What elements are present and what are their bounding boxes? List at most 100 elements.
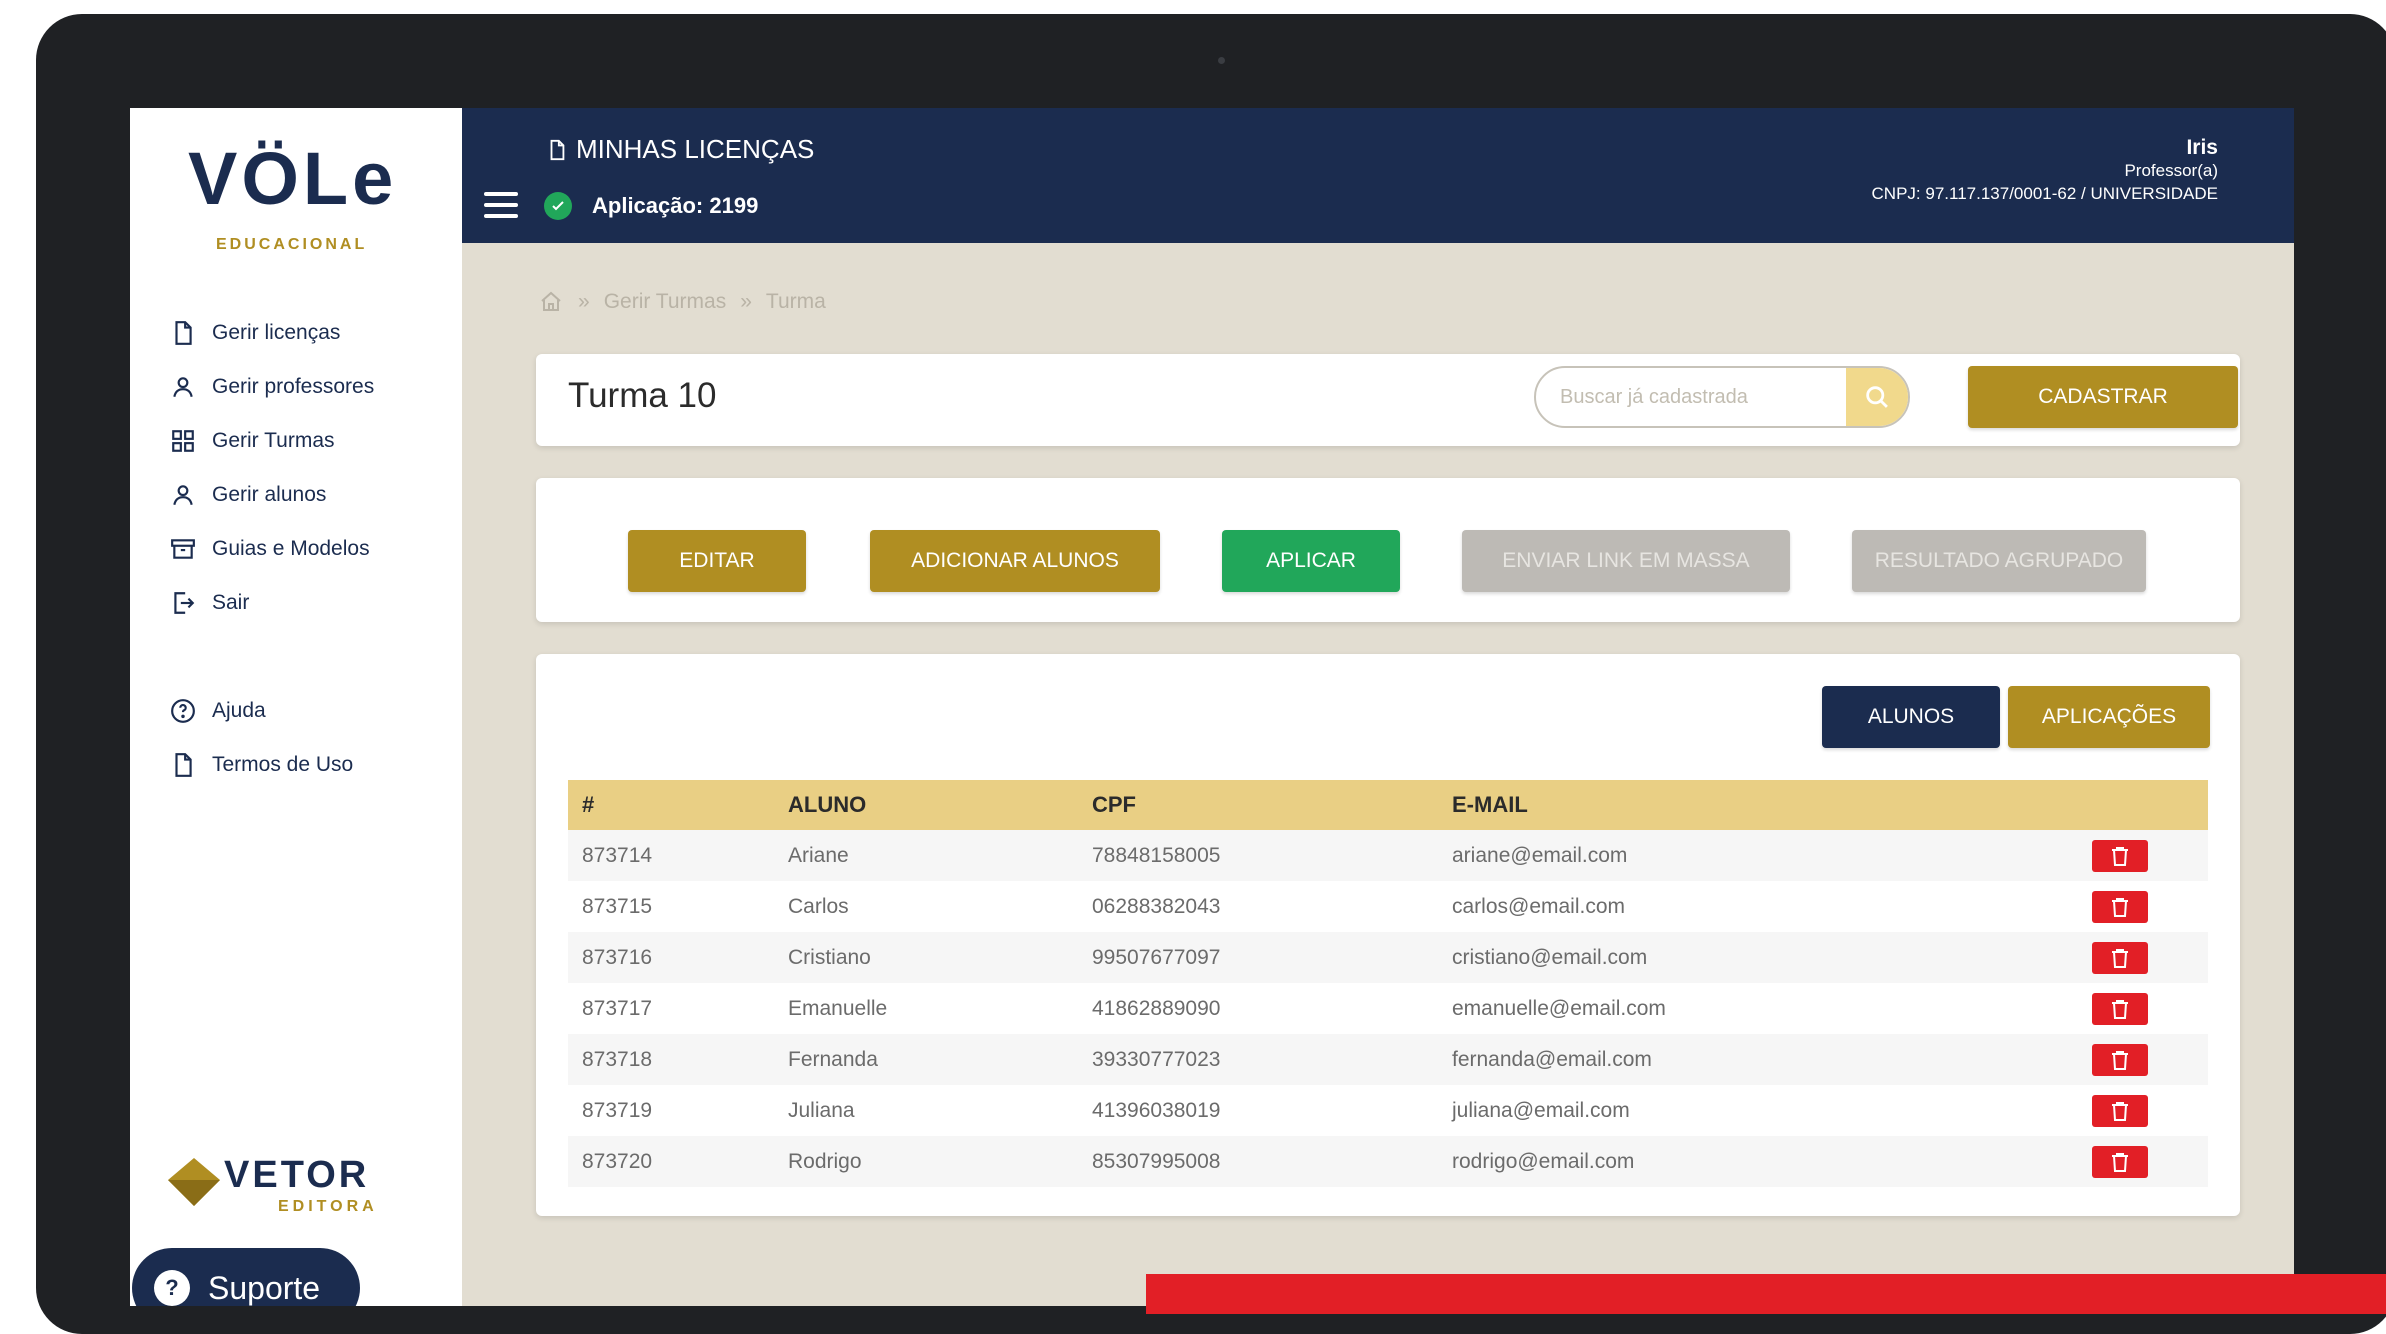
sidebar-item-professores[interactable]: Gerir professores <box>170 360 374 414</box>
cell-id: 873720 <box>582 1149 653 1173</box>
breadcrumb: » Gerir Turmas » Turma <box>538 290 826 314</box>
cell-cpf: 78848158005 <box>1092 843 1221 867</box>
sidebar-nav: Gerir licenças Gerir professores Gerir T… <box>170 306 374 792</box>
delete-button[interactable] <box>2092 941 2148 974</box>
cell-email: fernanda@email.com <box>1452 1047 1652 1071</box>
user-info[interactable]: Iris Professor(a) CNPJ: 97.117.137/0001-… <box>1872 136 2218 205</box>
sidebar-item-termos[interactable]: Termos de Uso <box>170 738 374 792</box>
cell-name: Juliana <box>788 1098 855 1122</box>
table-row: 873715 Carlos 06288382043 carlos@email.c… <box>568 881 2208 932</box>
cell-actions <box>2032 1145 2208 1178</box>
cell-actions <box>2032 1094 2208 1127</box>
grid-icon <box>172 430 194 452</box>
vetor-diamond-icon <box>168 1158 220 1206</box>
cell-cpf: 41396038019 <box>1092 1098 1221 1122</box>
grouped-result-button[interactable]: RESULTADO AGRUPADO <box>1852 530 2146 592</box>
cell-name: Emanuelle <box>788 996 888 1020</box>
cell-name: Rodrigo <box>788 1149 862 1173</box>
breadcrumb-separator: » <box>578 290 590 313</box>
table-row: 873717 Emanuelle 41862889090 emanuelle@e… <box>568 983 2208 1034</box>
sidebar-item-sair[interactable]: Sair <box>170 576 374 630</box>
tab-alunos[interactable]: ALUNOS <box>1822 686 2000 748</box>
trash-icon <box>2112 948 2128 968</box>
table-row: 873718 Fernanda 39330777023 fernanda@ema… <box>568 1034 2208 1085</box>
chat-icon: ? <box>154 1270 190 1306</box>
support-label: Suporte <box>208 1269 321 1306</box>
cell-cpf: 41862889090 <box>1092 996 1221 1020</box>
cell-id: 873717 <box>582 996 653 1020</box>
application-indicator: Aplicação: 2199 <box>544 192 758 220</box>
sidebar-item-label: Gerir Turmas <box>212 429 335 452</box>
tab-aplicacoes[interactable]: APLICAÇÕES <box>2008 686 2210 748</box>
delete-button[interactable] <box>2092 1145 2148 1178</box>
cell-email: ariane@email.com <box>1452 843 1628 867</box>
search-button[interactable] <box>1846 368 1908 426</box>
cell-cpf: 06288382043 <box>1092 894 1221 918</box>
logo-tagline: EDUCACIONAL <box>216 236 368 253</box>
red-accent-bar <box>1146 1274 2386 1314</box>
cell-name: Carlos <box>788 894 849 918</box>
cell-actions <box>2032 890 2208 923</box>
search-box <box>1534 366 1910 428</box>
sidebar-item-licencas[interactable]: Gerir licenças <box>170 306 374 360</box>
delete-button[interactable] <box>2092 839 2148 872</box>
cell-email: juliana@email.com <box>1452 1098 1630 1122</box>
sidebar-item-label: Gerir professores <box>212 375 375 398</box>
cell-email: carlos@email.com <box>1452 894 1626 918</box>
table-header: # ALUNO CPF E-MAIL <box>568 780 2208 830</box>
sidebar-item-label: Guias e Modelos <box>212 537 370 560</box>
send-link-button[interactable]: ENVIAR LINK EM MASSA <box>1462 530 1790 592</box>
home-icon[interactable] <box>538 290 564 314</box>
apply-button[interactable]: APLICAR <box>1222 530 1400 592</box>
cell-actions <box>2032 839 2208 872</box>
cell-email: emanuelle@email.com <box>1452 996 1666 1020</box>
trash-icon <box>2112 846 2128 866</box>
cell-cpf: 39330777023 <box>1092 1047 1221 1071</box>
user-name: Iris <box>2186 136 2218 159</box>
add-students-button[interactable]: ADICIONAR ALUNOS <box>870 530 1160 592</box>
sidebar-item-guias[interactable]: Guias e Modelos <box>170 522 374 576</box>
menu-toggle-icon[interactable] <box>484 192 518 218</box>
edit-button[interactable]: EDITAR <box>628 530 806 592</box>
cell-id: 873715 <box>582 894 653 918</box>
sidebar-item-label: Gerir alunos <box>212 483 327 506</box>
sidebar-item-turmas[interactable]: Gerir Turmas <box>170 414 374 468</box>
support-button[interactable]: ? Suporte <box>132 1248 360 1306</box>
delete-button[interactable] <box>2092 890 2148 923</box>
cell-actions <box>2032 1043 2208 1076</box>
table-row: 873720 Rodrigo 85307995008 rodrigo@email… <box>568 1136 2208 1187</box>
document-icon <box>175 321 192 345</box>
breadcrumb-link-turmas[interactable]: Gerir Turmas <box>604 290 727 314</box>
page-title: MINHAS LICENÇAS <box>546 134 814 165</box>
cell-name: Cristiano <box>788 945 871 969</box>
table-row: 873716 Cristiano 99507677097 cristiano@e… <box>568 932 2208 983</box>
sidebar-item-ajuda[interactable]: Ajuda <box>170 684 374 738</box>
column-header-id: # <box>582 792 595 817</box>
sidebar-item-label: Termos de Uso <box>212 753 354 776</box>
search-input[interactable] <box>1536 368 1848 426</box>
cell-id: 873718 <box>582 1047 653 1071</box>
column-header-cpf: CPF <box>1092 792 1136 817</box>
register-button[interactable]: CADASTRAR <box>1968 366 2238 428</box>
cell-id: 873719 <box>582 1098 653 1122</box>
cell-name: Ariane <box>788 843 849 867</box>
document-icon <box>550 139 565 160</box>
column-header-email: E-MAIL <box>1452 792 1528 817</box>
sidebar-item-label: Ajuda <box>212 699 266 722</box>
table-row: 873719 Juliana 41396038019 juliana@email… <box>568 1085 2208 1136</box>
archive-icon <box>171 539 195 559</box>
document-icon <box>175 753 192 777</box>
trash-icon <box>2112 897 2128 917</box>
cell-name: Fernanda <box>788 1047 878 1071</box>
students-table: # ALUNO CPF E-MAIL 873714 Ariane 7884815… <box>568 780 2208 1187</box>
delete-button[interactable] <box>2092 1043 2148 1076</box>
trash-icon <box>2112 1152 2128 1172</box>
delete-button[interactable] <box>2092 1094 2148 1127</box>
sidebar: VÖLe EDUCACIONAL Gerir licenças Gerir pr… <box>130 108 462 1306</box>
user-icon <box>173 377 193 398</box>
sidebar-item-label: Gerir licenças <box>212 321 341 344</box>
delete-button[interactable] <box>2092 992 2148 1025</box>
page-title-text: MINHAS LICENÇAS <box>576 134 815 164</box>
sidebar-item-alunos[interactable]: Gerir alunos <box>170 468 374 522</box>
